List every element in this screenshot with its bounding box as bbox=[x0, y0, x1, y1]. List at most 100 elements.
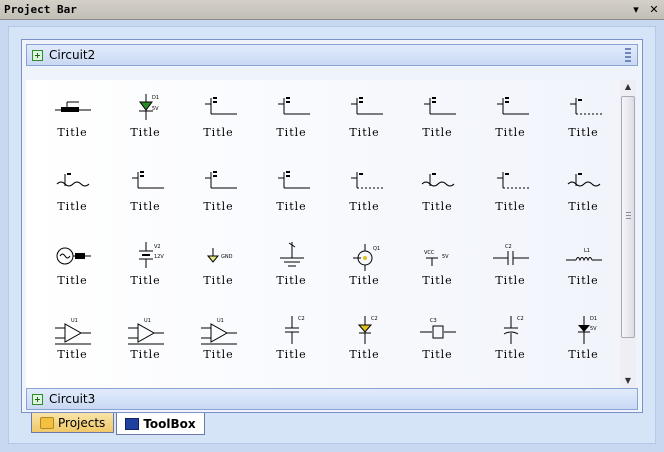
component-zener-v[interactable]: D1 5V Title bbox=[547, 308, 620, 382]
component-grid-area: Title D1 5V Title Title Title Title Title Title T… bbox=[26, 80, 620, 388]
component-capacitor-v[interactable]: C2 Title bbox=[255, 308, 328, 382]
svg-text:D1: D1 bbox=[152, 95, 159, 101]
component-probe-dashed[interactable]: Title bbox=[474, 160, 547, 234]
component-vcc[interactable]: VCC 5V Title bbox=[401, 234, 474, 308]
probe-dashed-icon bbox=[343, 160, 387, 198]
expand-icon[interactable] bbox=[32, 393, 43, 405]
component-label: Title bbox=[422, 200, 453, 213]
component-probe[interactable]: Title bbox=[182, 160, 255, 234]
component-zener-diode[interactable]: D1 5V Title bbox=[109, 86, 182, 160]
group-header-circuit3[interactable]: Circuit3 bbox=[26, 388, 638, 410]
component-opamp[interactable]: U1 Title bbox=[109, 308, 182, 382]
crystal-icon: C3 bbox=[416, 308, 460, 346]
svg-text:VCC: VCC bbox=[424, 250, 435, 256]
svg-text:C2: C2 bbox=[505, 244, 512, 250]
component-probe[interactable]: Title bbox=[474, 86, 547, 160]
component-probe-wave[interactable]: Title bbox=[547, 160, 620, 234]
component-label: Title bbox=[495, 200, 526, 213]
component-probe[interactable]: Title bbox=[255, 160, 328, 234]
component-label: Title bbox=[276, 200, 307, 213]
component-label: Title bbox=[203, 348, 234, 361]
group-label: Circuit3 bbox=[49, 392, 96, 406]
probe-dashed-icon bbox=[562, 86, 606, 124]
component-probe-dashed[interactable]: Title bbox=[547, 86, 620, 160]
component-crystal[interactable]: C3 Title bbox=[401, 308, 474, 382]
opamp-icon: U1 bbox=[124, 308, 168, 346]
svg-text:C3: C3 bbox=[430, 318, 437, 324]
component-label: Title bbox=[276, 126, 307, 139]
probe-icon bbox=[197, 160, 241, 198]
title-bar: Project Bar ▾ ✕ bbox=[0, 0, 664, 20]
component-probe-wave[interactable]: Title bbox=[401, 160, 474, 234]
component-probe-wave[interactable]: Title bbox=[36, 160, 109, 234]
probe-icon bbox=[270, 86, 314, 124]
svg-text:GND: GND bbox=[221, 254, 233, 260]
component-probe[interactable]: Title bbox=[109, 160, 182, 234]
scroll-down-icon[interactable]: ▼ bbox=[620, 374, 636, 388]
component-probe[interactable]: Title bbox=[255, 86, 328, 160]
component-capacitor-h[interactable]: C2 Title bbox=[474, 234, 547, 308]
tab-toolbox[interactable]: ToolBox bbox=[116, 413, 205, 435]
component-label: Title bbox=[568, 274, 599, 287]
component-probe[interactable]: Title bbox=[182, 86, 255, 160]
expand-icon[interactable] bbox=[32, 49, 43, 61]
inductor-icon: L1 bbox=[562, 234, 606, 272]
component-opamp[interactable]: U1 Title bbox=[182, 308, 255, 382]
component-inductor[interactable]: L1 Title bbox=[547, 234, 620, 308]
ground-gnd-icon: GND bbox=[197, 234, 241, 272]
component-battery[interactable]: V2 12V Title bbox=[109, 234, 182, 308]
probe-wave-icon bbox=[562, 160, 606, 198]
component-varactor[interactable]: C2 Title bbox=[328, 308, 401, 382]
group-label: Circuit2 bbox=[49, 48, 96, 62]
component-probe[interactable]: Title bbox=[328, 86, 401, 160]
component-label: Title bbox=[568, 200, 599, 213]
scroll-up-icon[interactable]: ▲ bbox=[620, 80, 636, 94]
component-label: Title bbox=[57, 348, 88, 361]
component-opamp[interactable]: U1 Title bbox=[36, 308, 109, 382]
component-earth[interactable]: Title bbox=[255, 234, 328, 308]
component-label: Title bbox=[57, 200, 88, 213]
component-grid: Title D1 5V Title Title Title Title Title Title T… bbox=[36, 86, 620, 388]
component-electrolytic[interactable]: C2 Title bbox=[474, 308, 547, 382]
tab-projects[interactable]: Projects bbox=[31, 413, 115, 433]
folder-icon bbox=[40, 416, 54, 429]
component-label: Title bbox=[57, 126, 88, 139]
svg-text:C2: C2 bbox=[517, 316, 524, 322]
grip-icon[interactable] bbox=[625, 48, 631, 62]
component-switch-bar[interactable]: Title bbox=[36, 86, 109, 160]
close-icon[interactable]: ✕ bbox=[646, 2, 662, 18]
varactor-icon: C2 bbox=[343, 308, 387, 346]
component-ac-source[interactable]: Title bbox=[36, 234, 109, 308]
component-label: Title bbox=[276, 274, 307, 287]
pin-icon[interactable]: ▾ bbox=[628, 2, 644, 18]
scroll-thumb[interactable] bbox=[621, 96, 635, 338]
zener-v-icon: D1 5V bbox=[562, 308, 606, 346]
component-probe[interactable]: Title bbox=[401, 86, 474, 160]
opamp-icon: U1 bbox=[51, 308, 95, 346]
electrolytic-icon: C2 bbox=[489, 308, 533, 346]
toolbox-frame: Circuit2 Title D1 5V Title Title Title Title Ti… bbox=[21, 39, 643, 413]
svg-text:5V: 5V bbox=[590, 326, 597, 332]
component-probe-dashed[interactable]: Title bbox=[328, 160, 401, 234]
panel-tabs: Projects ToolBox bbox=[31, 413, 207, 435]
component-label: Title bbox=[203, 274, 234, 287]
probe-icon bbox=[124, 160, 168, 198]
capacitor-h-icon: C2 bbox=[489, 234, 533, 272]
component-label: Title bbox=[422, 348, 453, 361]
component-label: Title bbox=[203, 200, 234, 213]
component-ground-gnd[interactable]: GND Title bbox=[182, 234, 255, 308]
tab-label: Projects bbox=[58, 415, 106, 430]
component-label: Title bbox=[495, 126, 526, 139]
component-label: Title bbox=[130, 348, 161, 361]
switch-bar-icon bbox=[51, 86, 95, 124]
component-label: Title bbox=[422, 126, 453, 139]
group-header-circuit2[interactable]: Circuit2 bbox=[26, 44, 638, 66]
probe-icon bbox=[270, 160, 314, 198]
svg-text:U1: U1 bbox=[71, 318, 78, 324]
project-bar-panel: Circuit2 Title D1 5V Title Title Title Title Ti… bbox=[8, 26, 656, 444]
transistor-icon: Q1 bbox=[343, 234, 387, 272]
component-transistor[interactable]: Q1 Title bbox=[328, 234, 401, 308]
component-label: Title bbox=[130, 200, 161, 213]
vertical-scrollbar[interactable]: ▲ ▼ bbox=[620, 80, 636, 388]
svg-text:D1: D1 bbox=[590, 316, 597, 322]
